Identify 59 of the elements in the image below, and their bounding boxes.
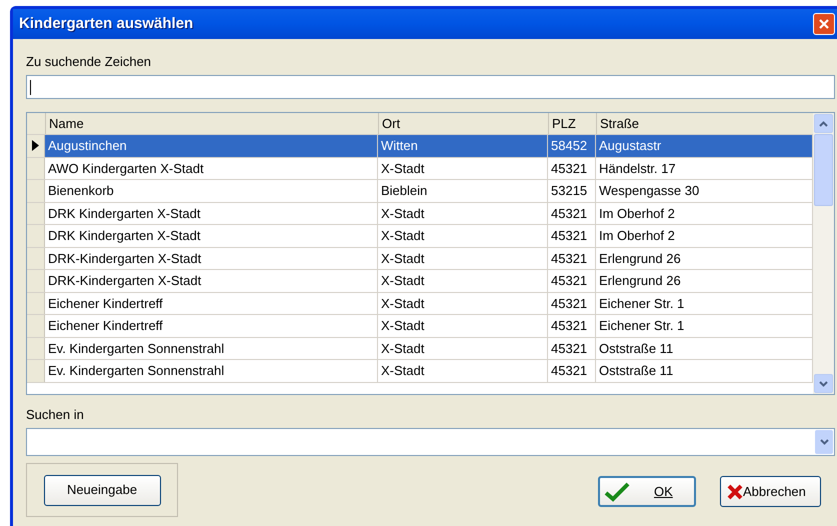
ok-button[interactable]: OK bbox=[598, 476, 696, 507]
search-in-dropdown[interactable] bbox=[26, 428, 835, 456]
search-in-label: Suchen in bbox=[26, 407, 85, 423]
table-cell[interactable]: Eichener Kindertreff bbox=[45, 292, 378, 314]
chevron-down-icon bbox=[819, 380, 828, 386]
table-cell[interactable]: Bieblein bbox=[378, 180, 548, 202]
chevron-down-icon bbox=[820, 439, 828, 445]
table-cell[interactable]: 45321 bbox=[548, 158, 596, 179]
new-entry-button[interactable]: Neueingabe bbox=[44, 474, 160, 506]
table-cell[interactable]: 45321 bbox=[548, 202, 596, 224]
search-field[interactable] bbox=[26, 75, 835, 99]
table-cell[interactable]: Bienenkorb bbox=[45, 180, 378, 202]
table-cell[interactable]: X-Stadt bbox=[378, 270, 548, 292]
table-cell[interactable]: 45321 bbox=[548, 338, 596, 359]
table-cell[interactable]: DRK-Kindergarten X-Stadt bbox=[45, 270, 378, 292]
scroll-down-button[interactable] bbox=[814, 374, 833, 393]
table-cell[interactable]: 45321 bbox=[548, 270, 596, 292]
table-cell[interactable]: 45321 bbox=[548, 225, 596, 246]
table-cell[interactable]: 58452 bbox=[548, 135, 596, 156]
column-header[interactable]: Name bbox=[45, 113, 378, 134]
table-cell[interactable]: 45321 bbox=[548, 360, 596, 382]
table-cell[interactable]: Eichener Kindertreff bbox=[45, 315, 378, 336]
table-cell[interactable]: X-Stadt bbox=[378, 315, 548, 336]
scroll-up-button[interactable] bbox=[814, 114, 833, 133]
window-title: Kindergarten auswählen bbox=[19, 14, 194, 34]
table-cell[interactable]: Augustastr bbox=[596, 135, 813, 156]
table-cell[interactable]: 53215 bbox=[548, 180, 596, 202]
table-cell[interactable]: X-Stadt bbox=[378, 225, 548, 246]
table-cell[interactable]: 45321 bbox=[548, 248, 596, 269]
table-cell[interactable]: X-Stadt bbox=[378, 248, 548, 269]
checkmark-icon bbox=[604, 482, 630, 502]
table-cell[interactable]: Witten bbox=[378, 135, 548, 156]
close-icon bbox=[818, 18, 830, 30]
table-cell[interactable]: X-Stadt bbox=[378, 158, 548, 179]
column-header[interactable]: PLZ bbox=[548, 113, 596, 134]
dropdown-button[interactable] bbox=[815, 430, 833, 454]
table-cell[interactable]: X-Stadt bbox=[378, 360, 548, 382]
table-cell[interactable]: X-Stadt bbox=[378, 202, 548, 224]
table-cell[interactable]: X-Stadt bbox=[378, 292, 548, 314]
table-cell[interactable]: Ev. Kindergarten Sonnenstrahl bbox=[45, 338, 378, 359]
table-cell[interactable]: DRK Kindergarten X-Stadt bbox=[45, 225, 378, 246]
row-header[interactable] bbox=[27, 135, 45, 156]
scroll-thumb[interactable] bbox=[814, 134, 833, 206]
cancel-button[interactable]: Abbrechen bbox=[720, 476, 821, 507]
table-cell[interactable]: AWO Kindergarten X-Stadt bbox=[45, 158, 378, 179]
search-label: Zu suchende Zeichen bbox=[26, 54, 152, 70]
table-cell[interactable]: Ev. Kindergarten Sonnenstrahl bbox=[45, 360, 378, 382]
table-cell[interactable]: Augustinchen bbox=[45, 135, 378, 156]
column-header[interactable]: Ort bbox=[378, 113, 548, 134]
table-cell[interactable]: 45321 bbox=[548, 292, 596, 314]
chevron-up-icon bbox=[819, 120, 828, 126]
table-cell[interactable]: DRK Kindergarten X-Stadt bbox=[45, 202, 378, 224]
scrollbar[interactable] bbox=[813, 113, 834, 394]
table-cell[interactable]: X-Stadt bbox=[378, 338, 548, 359]
close-button[interactable] bbox=[813, 13, 835, 35]
table-cell[interactable]: 45321 bbox=[548, 315, 596, 336]
x-icon bbox=[727, 484, 743, 500]
text-cursor bbox=[30, 80, 31, 94]
table-cell[interactable]: DRK-Kindergarten X-Stadt bbox=[45, 248, 378, 269]
